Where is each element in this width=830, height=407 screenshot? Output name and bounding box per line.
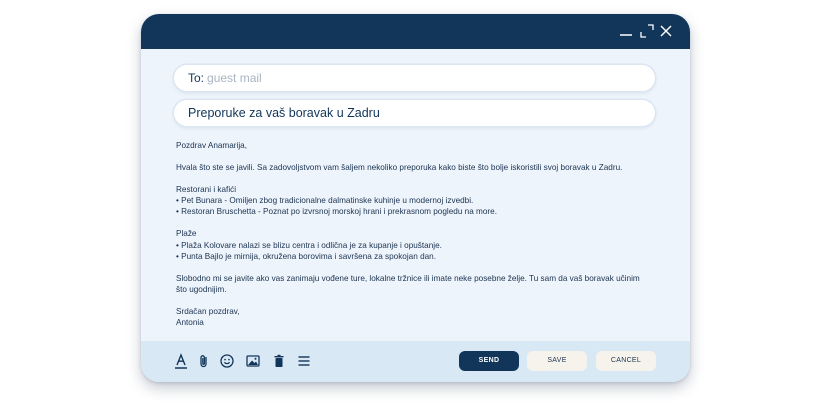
to-field[interactable]: To: guest mail (174, 65, 655, 91)
send-button[interactable]: SEND (459, 351, 519, 371)
close-icon[interactable] (658, 23, 674, 39)
list-item: • Punta Bajlo je mirnija, okružena borov… (176, 251, 437, 261)
list-item: • Restoran Bruschetta - Poznat po izvrsn… (176, 207, 497, 217)
menu-icon[interactable] (296, 353, 312, 369)
cancel-button[interactable]: CANCEL (596, 351, 656, 371)
message-body[interactable]: Pozdrav Anamarija, Hvala što ste se javi… (176, 140, 656, 328)
section-title-beaches: Plaže (176, 229, 197, 239)
intro-paragraph: Hvala što ste se javili. Sa zadovoljstvo… (176, 163, 623, 173)
to-label: To: (188, 71, 205, 85)
signature: Antonia (176, 318, 204, 328)
to-placeholder: guest mail (207, 71, 262, 85)
section-title-restaurants: Restorani i kafići (176, 185, 237, 195)
text-format-icon[interactable] (173, 353, 189, 369)
signoff: Srdačan pozdrav, (176, 306, 240, 316)
closing-line: što ugodnijim. (176, 284, 227, 294)
emoji-icon[interactable] (219, 353, 235, 369)
closing-line: Slobodno mi se javite ako vas zanimaju v… (176, 273, 640, 283)
list-item: • Pet Bunara - Omiljen zbog tradicionaln… (176, 196, 474, 206)
attachment-icon[interactable] (196, 353, 212, 369)
compose-window: To: guest mail Preporuke za vaš boravak u… (141, 14, 690, 382)
maximize-icon[interactable] (639, 23, 655, 39)
minimize-icon[interactable] (618, 23, 634, 39)
delete-icon[interactable] (271, 353, 287, 369)
title-bar (141, 14, 690, 49)
list-item: • Plaža Kolovare nalazi se blizu centra … (176, 240, 442, 250)
compose-toolbar: SEND SAVE CANCEL (141, 341, 690, 382)
save-button[interactable]: SAVE (527, 351, 587, 371)
subject-field[interactable]: Preporuke za vaš boravak u Zadru (174, 100, 655, 126)
greeting: Pozdrav Anamarija, (176, 141, 247, 150)
subject-text: Preporuke za vaš boravak u Zadru (188, 106, 380, 120)
image-icon[interactable] (245, 353, 261, 369)
